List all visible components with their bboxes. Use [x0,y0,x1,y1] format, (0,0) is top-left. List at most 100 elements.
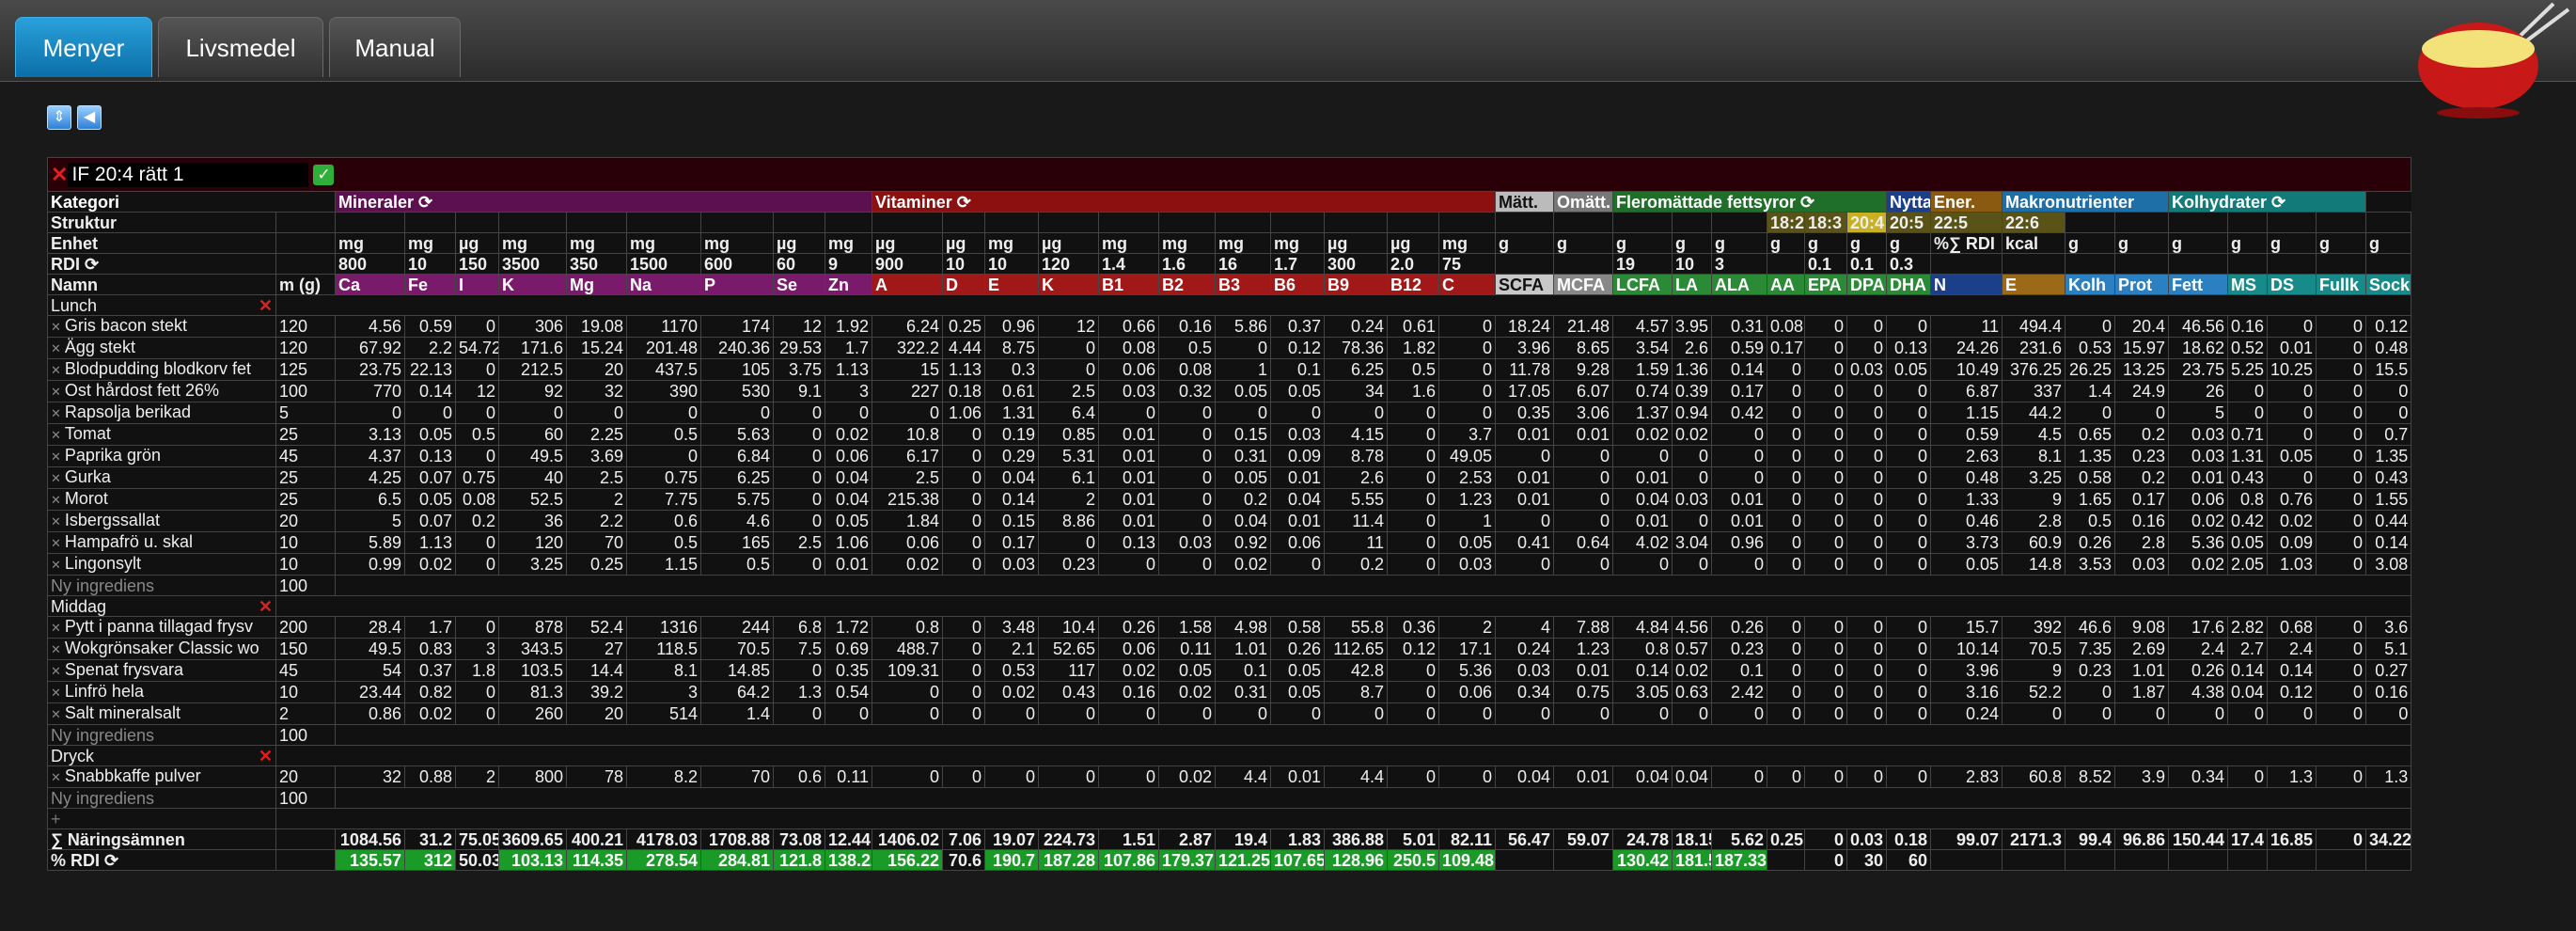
delete-ingredient-icon[interactable]: ✕ [51,385,61,399]
nutrient-header[interactable]: I [455,274,499,295]
rdi-label[interactable]: RDI ⟳ [47,253,276,275]
delete-ingredient-icon[interactable]: ✕ [51,558,61,572]
amount-input[interactable]: 20 [275,765,336,788]
tab-livsmedel[interactable]: Livsmedel [158,17,323,77]
amount-input[interactable]: 100 [275,380,336,402]
save-check-icon[interactable]: ✓ [313,164,335,185]
nutrient-header[interactable]: DHA [1886,274,1931,295]
nutrient-header[interactable]: DS [2267,274,2317,295]
nutrient-header[interactable]: A [872,274,943,295]
delete-ingredient-icon[interactable]: ✕ [51,341,61,355]
amount-input[interactable]: 2 [275,702,336,725]
nutrient-header[interactable]: N [1930,274,2003,295]
ingredient-name[interactable]: ✕ Blodpudding blodkorv fet [47,358,276,381]
nutrient-header[interactable]: D [942,274,985,295]
ingredient-name[interactable]: ✕ Ägg stekt [47,337,276,359]
amount-input[interactable]: 25 [275,423,336,446]
amount-input[interactable]: 45 [275,445,336,467]
new-ingredient-input[interactable]: Ny ingrediens [47,787,276,809]
nutrient-header[interactable]: C [1438,274,1496,295]
amount-input[interactable]: 150 [275,638,336,660]
delete-ingredient-icon[interactable]: ✕ [51,514,61,529]
delete-menu-icon[interactable]: ✕ [51,163,68,186]
delete-ingredient-icon[interactable]: ✕ [51,664,61,678]
delete-ingredient-icon[interactable]: ✕ [51,450,61,464]
ingredient-name[interactable]: ✕ Pytt i panna tillagad frysv [47,616,276,639]
nutrient-header[interactable]: B6 [1270,274,1325,295]
ingredient-name[interactable]: ✕ Tomat [47,423,276,446]
nutrient-header[interactable]: Ca [335,274,405,295]
ingredient-name[interactable]: ✕ Gurka [47,466,276,489]
delete-ingredient-icon[interactable]: ✕ [51,536,61,550]
nutrient-header[interactable]: Fett [2168,274,2228,295]
new-ingredient-amount[interactable]: 100 [275,575,336,596]
nutrient-header[interactable]: Na [626,274,701,295]
ingredient-name[interactable]: ✕ Spenat frysvara [47,659,276,682]
nutrient-header[interactable]: B9 [1324,274,1388,295]
nutrient-header[interactable]: Mg [566,274,627,295]
tab-manual[interactable]: Manual [329,17,461,77]
nutrient-header[interactable]: Fe [404,274,456,295]
nutrient-header[interactable]: E [984,274,1039,295]
ingredient-name[interactable]: ✕ Snabbkaffe pulver [47,765,276,788]
menu-name-input[interactable]: IF 20:4 rätt 1 [68,162,309,187]
category-group[interactable]: Fleromättade fettsyror ⟳ [1612,191,1887,213]
amount-input[interactable]: 25 [275,466,336,489]
amount-input[interactable]: 45 [275,659,336,682]
delete-ingredient-icon[interactable]: ✕ [51,428,61,442]
tab-menyer[interactable]: Menyer [15,17,152,77]
nutrient-header[interactable]: AA [1767,274,1805,295]
ingredient-name[interactable]: ✕ Isbergssallat [47,510,276,532]
ingredient-name[interactable]: ✕ Gris bacon stekt [47,315,276,338]
nutrient-header[interactable]: Prot [2114,274,2169,295]
nutrient-header[interactable]: MS [2227,274,2268,295]
nutrient-header[interactable]: LCFA [1612,274,1673,295]
category-group[interactable]: Vitaminer ⟳ [872,191,1496,213]
nutrient-header[interactable]: Kolh [2065,274,2115,295]
nutrient-header[interactable]: Se [773,274,825,295]
amount-input[interactable]: 20 [275,510,336,532]
amount-input[interactable]: 10 [275,531,336,554]
ingredient-name[interactable]: ✕ Hampafrö u. skal [47,531,276,554]
nutrient-header[interactable]: Sock [2364,274,2412,295]
amount-input[interactable]: 120 [275,315,336,338]
nutrient-header[interactable]: Fullk [2316,274,2366,295]
remove-section-icon[interactable]: ✕ [259,597,273,616]
amount-input[interactable]: 125 [275,358,336,381]
nutrient-header[interactable]: EPA [1804,274,1847,295]
category-group[interactable]: Mineraler ⟳ [335,191,872,213]
ingredient-name[interactable]: ✕ Paprika grön [47,445,276,467]
nutrient-header[interactable]: LA [1672,274,1712,295]
amount-input[interactable]: 10 [275,553,336,576]
new-ingredient-amount[interactable]: 100 [275,724,336,746]
ingredient-name[interactable]: ✕ Wokgrönsaker Classic wo [47,638,276,660]
delete-ingredient-icon[interactable]: ✕ [51,642,61,656]
ingredient-name[interactable]: ✕ Morot [47,488,276,511]
ingredient-name[interactable]: ✕ Rapsolja berikad [47,402,276,424]
delete-ingredient-icon[interactable]: ✕ [51,363,61,377]
ingredient-name[interactable]: ✕ Salt mineralsalt [47,702,276,725]
category-group[interactable]: Kolhydrater ⟳ [2168,191,2366,213]
remove-section-icon[interactable]: ✕ [259,747,273,765]
nutrient-header[interactable]: B3 [1215,274,1271,295]
delete-ingredient-icon[interactable]: ✕ [51,707,61,721]
delete-ingredient-icon[interactable]: ✕ [51,493,61,507]
nutrient-header[interactable]: SCFA [1495,274,1554,295]
delete-ingredient-icon[interactable]: ✕ [51,686,61,700]
nutrient-header[interactable]: K [1038,274,1099,295]
new-ingredient-input[interactable]: Ny ingrediens [47,724,276,746]
nutrient-header[interactable]: ALA [1711,274,1767,295]
nutrient-header[interactable]: B1 [1098,274,1159,295]
nutrient-header[interactable]: B12 [1387,274,1439,295]
delete-ingredient-icon[interactable]: ✕ [51,320,61,334]
new-ingredient-amount[interactable]: 100 [275,787,336,809]
delete-ingredient-icon[interactable]: ✕ [51,770,61,784]
amount-input[interactable]: 120 [275,337,336,359]
amount-input[interactable]: 10 [275,681,336,703]
amount-input[interactable]: 5 [275,402,336,424]
ingredient-name[interactable]: ✕ Lingonsylt [47,553,276,576]
add-section-button[interactable]: + [47,808,276,829]
nutrient-header[interactable]: MCFA [1553,274,1613,295]
back-button[interactable]: ◀ [77,105,102,130]
rdi-percent-label[interactable]: % RDI ⟳ [47,849,276,871]
